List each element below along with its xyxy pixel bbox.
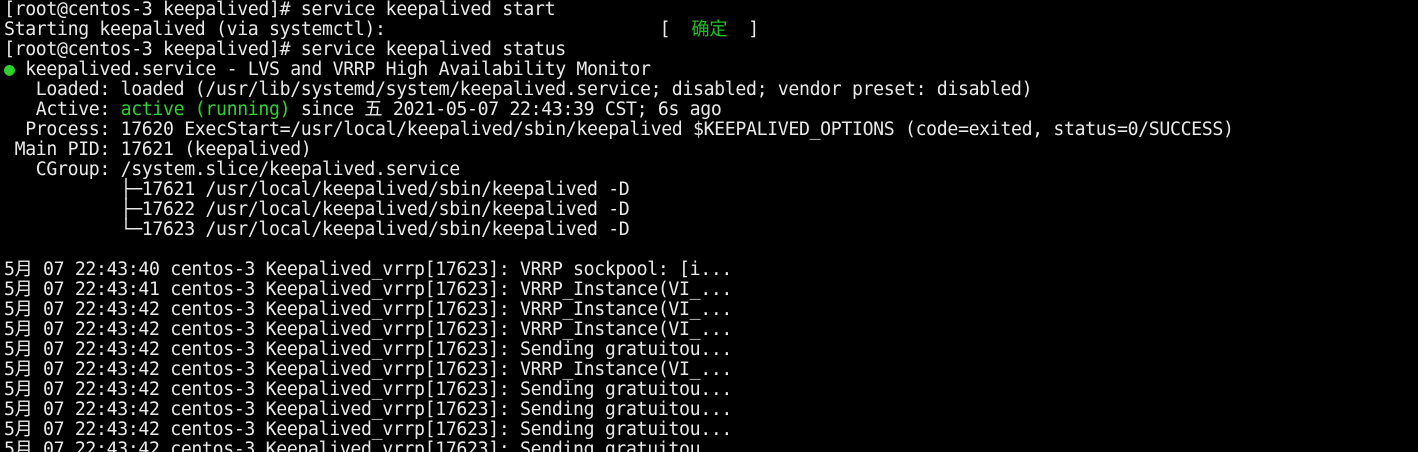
terminal-window[interactable]: [root@centos-3 keepalived]# service keep… (0, 0, 1418, 452)
active-since: since 五 2021-05-07 22:43:39 CST; 6s ago (290, 99, 722, 120)
ok-status: 确定 (691, 19, 728, 40)
cgroup-child: ├─17621 /usr/local/keepalived/sbin/keepa… (4, 179, 630, 200)
shell-prompt: [root@centos-3 keepalived]# (4, 0, 301, 20)
active-state: active (running) (120, 99, 291, 120)
status-command-line: [root@centos-3 keepalived]# service keep… (4, 40, 1234, 60)
cgroup-line: CGroup: /system.slice/keepalived.service (4, 159, 460, 180)
main-pid-line: Main PID: 17621 (keepalived) (4, 139, 312, 160)
journal-entry: 5月 07 22:43:42 centos-3 Keepalived_vrrp[… (4, 379, 733, 400)
journal-entry: 5月 07 22:43:42 centos-3 Keepalived_vrrp[… (4, 299, 733, 320)
shell-prompt: [root@centos-3 keepalived]# (4, 39, 301, 60)
journal-log: 5月 07 22:43:40 centos-3 Keepalived_vrrp[… (4, 260, 1234, 452)
process-line: Process: 17620 ExecStart=/usr/local/keep… (4, 119, 1234, 140)
ok-bracket-close: ] (727, 19, 759, 40)
active-line: Active: active (running) since 五 2021-05… (4, 100, 1234, 120)
ok-bracket-open: [ (659, 19, 692, 40)
journal-entry: 5月 07 22:43:42 centos-3 Keepalived_vrrp[… (4, 319, 733, 340)
journal-entry: 5月 07 22:43:42 centos-3 Keepalived_vrrp[… (4, 359, 733, 380)
journal-entry: 5月 07 22:43:42 centos-3 Keepalived_vrrp[… (4, 439, 733, 452)
unit-title-line: ● keepalived.service - LVS and VRRP High… (4, 60, 1234, 80)
cgroup-child: ├─17622 /usr/local/keepalived/sbin/keepa… (4, 199, 630, 220)
cgroup-child: └─17623 /usr/local/keepalived/sbin/keepa… (4, 219, 630, 240)
unit-title: keepalived.service - LVS and VRRP High A… (14, 59, 651, 80)
status-dot-icon: ● (4, 59, 15, 80)
journal-entry: 5月 07 22:43:42 centos-3 Keepalived_vrrp[… (4, 419, 733, 440)
starting-line: Starting keepalived (via systemctl): [ 确定… (4, 20, 1234, 40)
command-text: service keepalived start (300, 0, 556, 20)
journal-entry: 5月 07 22:43:41 centos-3 Keepalived_vrrp[… (4, 279, 733, 300)
loaded-line: Loaded: loaded (/usr/lib/systemd/system/… (4, 79, 1033, 100)
terminal-output: [root@centos-3 keepalived]# service keep… (4, 0, 1234, 452)
journal-entry: 5月 07 22:43:42 centos-3 Keepalived_vrrp[… (4, 339, 733, 360)
active-label: Active: (4, 99, 121, 120)
journal-entry: 5月 07 22:43:40 centos-3 Keepalived_vrrp[… (4, 259, 733, 280)
start-command-line: [root@centos-3 keepalived]# service keep… (4, 0, 1234, 20)
command-text: service keepalived status (300, 39, 566, 60)
starting-text: Starting keepalived (via systemctl): (4, 19, 386, 40)
journal-entry: 5月 07 22:43:42 centos-3 Keepalived_vrrp[… (4, 399, 733, 420)
